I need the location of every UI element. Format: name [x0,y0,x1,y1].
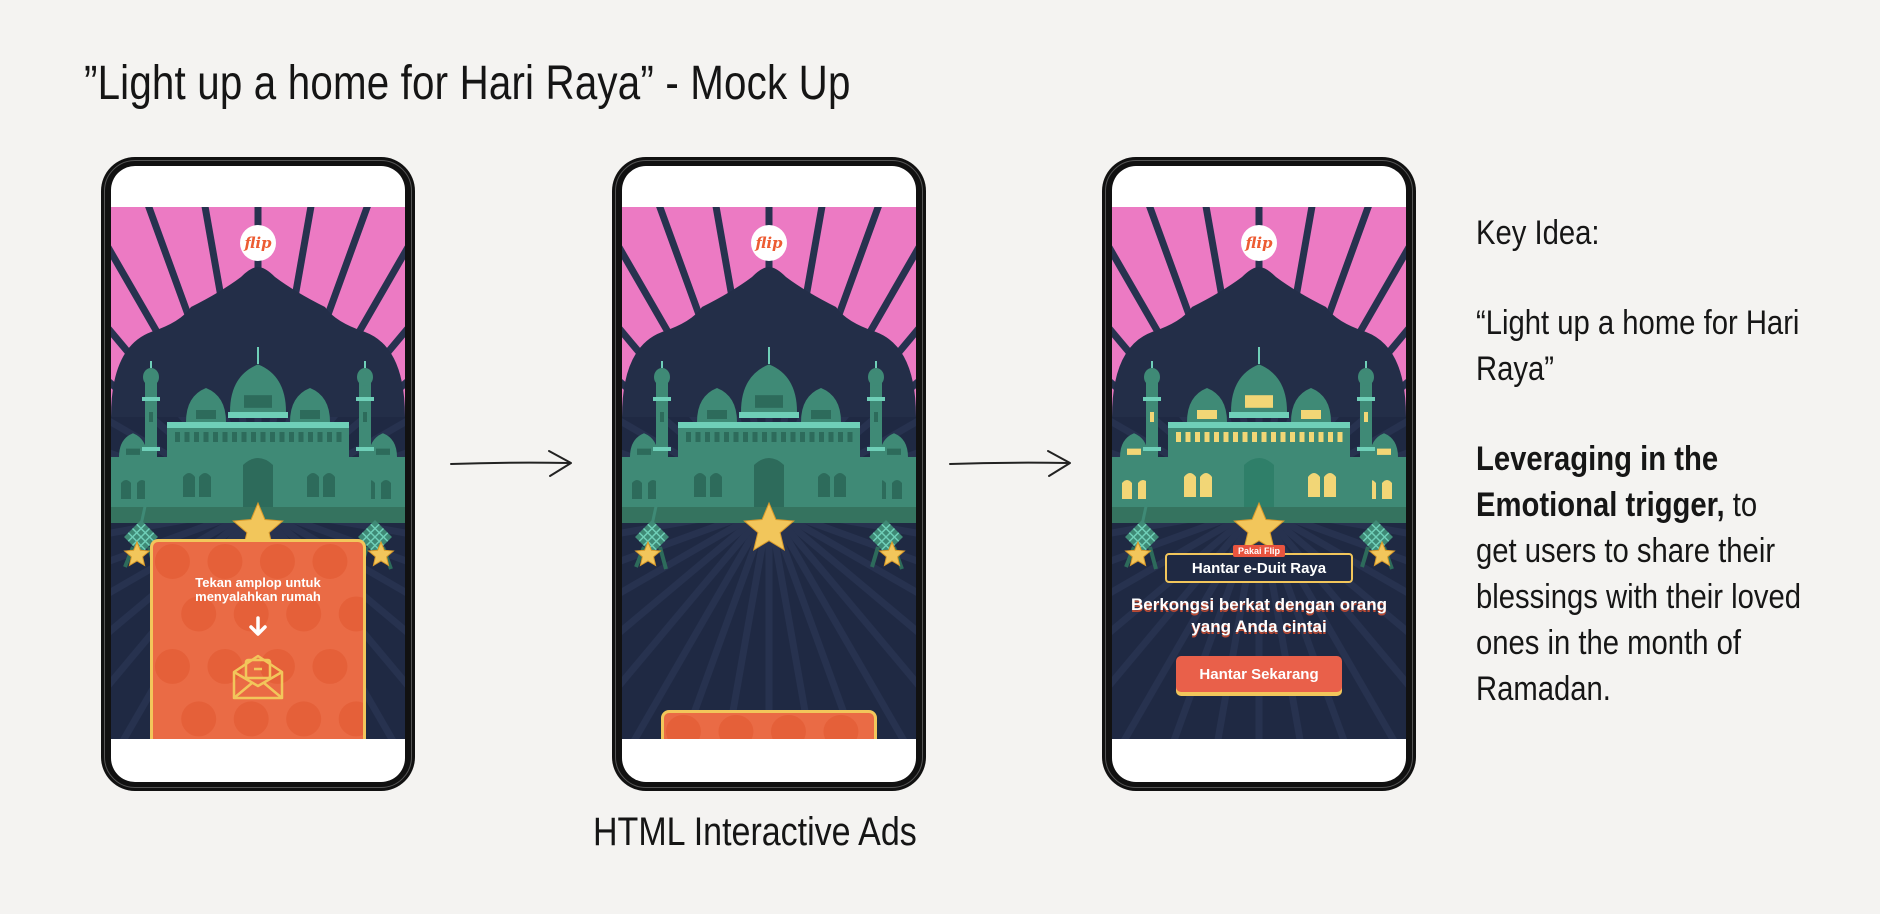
phone-screen: flip [622,166,916,782]
mosque-illustration [622,207,916,739]
key-idea-heading: Key Idea: [1476,214,1600,252]
tap-instruction: Tekan amplop untuk menyalahkan rumah [195,575,321,604]
phone-mockup-step-3: flip Pakai Flip Hantar e-Duit Raya Berko… [1102,157,1416,791]
interactive-ad-initial: flip Tekan amplop untuk menyalahkan ruma… [111,207,405,739]
key-idea-quote: “Light up a home for Hari Raya” [1476,304,1800,388]
flow-arrow-icon [949,450,1071,477]
interactive-ad-transition: flip [622,207,916,739]
key-idea-bold-lead: Leveraging in the Emotional trigger, [1476,440,1725,524]
caption: HTML Interactive Ads [593,810,917,854]
arrow-down-icon [249,616,267,636]
pakai-flip-tag: Pakai Flip [1232,545,1286,557]
ad-headline: Berkongsi berkat dengan orang yang Anda … [1131,595,1387,636]
envelope-icon[interactable] [230,652,286,702]
flip-logo: flip [1241,225,1277,261]
flow-arrow-icon [450,450,572,477]
envelope-card-sliding [661,710,877,739]
page-title: ”Light up a home for Hari Raya” - Mock U… [84,57,851,110]
phone-screen: flip Tekan amplop untuk menyalahkan ruma… [111,166,405,782]
phone-mockup-step-2: flip [612,157,926,791]
card-pattern [154,543,363,737]
hantar-eduit-label: Hantar e-Duit Raya [1165,553,1353,583]
key-idea-body: Leveraging in the Emotional trigger, to … [1476,436,1803,712]
phone-screen: flip Pakai Flip Hantar e-Duit Raya Berko… [1112,166,1406,782]
flip-logo: flip [240,225,276,261]
interactive-ad-final: flip Pakai Flip Hantar e-Duit Raya Berko… [1112,207,1406,739]
hantar-sekarang-button[interactable]: Hantar Sekarang [1176,656,1342,692]
card-pattern [665,714,859,739]
envelope-tap-card[interactable]: Tekan amplop untuk menyalahkan rumah [150,539,366,739]
phone-mockup-step-1: flip Tekan amplop untuk menyalahkan ruma… [101,157,415,791]
flip-logo: flip [751,225,787,261]
key-idea-panel: Key Idea: “Light up a home for Hari Raya… [1476,210,1803,712]
